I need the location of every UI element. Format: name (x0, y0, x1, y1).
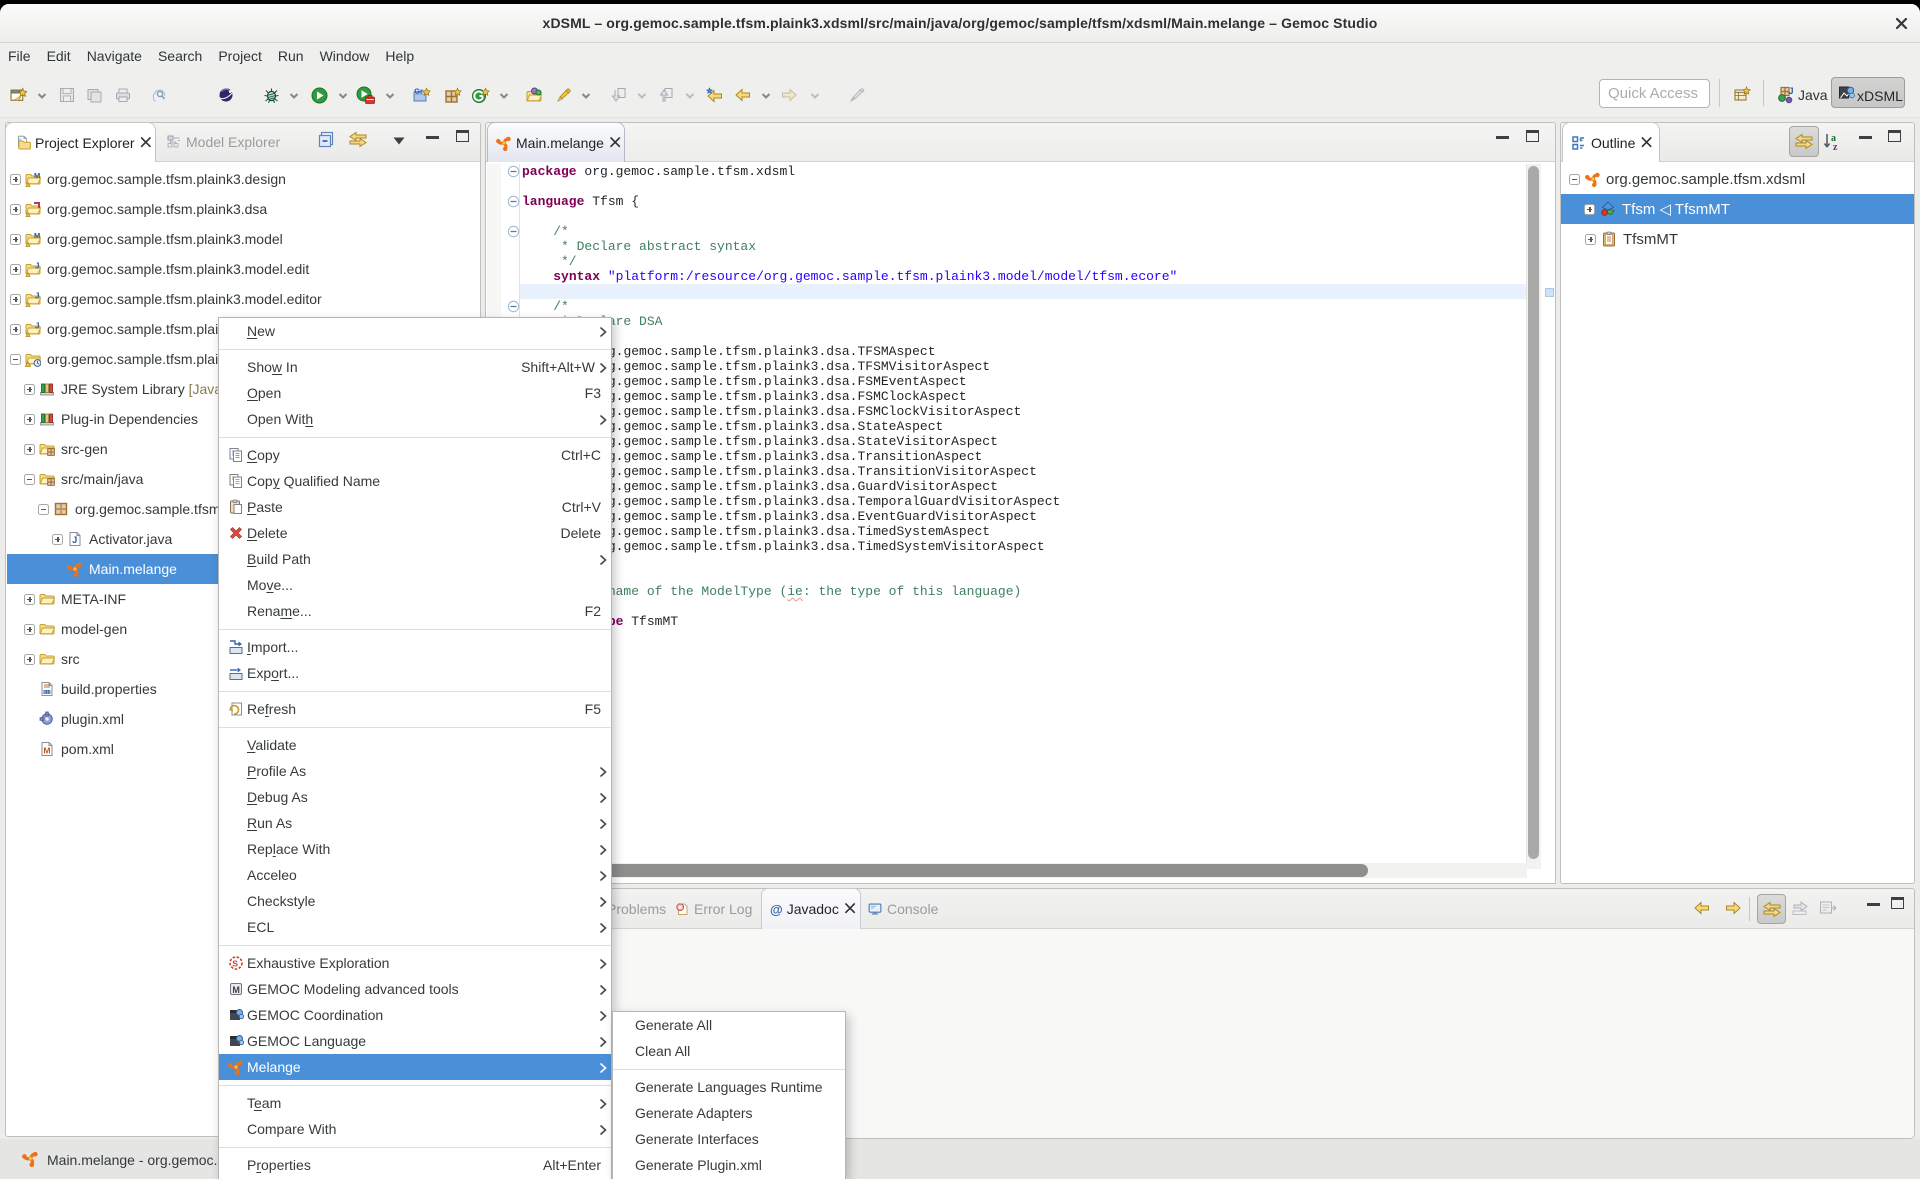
svg-text:J: J (35, 322, 39, 331)
svg-text:Gr: Gr (414, 87, 423, 95)
svg-text:J: J (35, 262, 39, 271)
svg-text:z: z (1833, 142, 1838, 153)
svg-text:J: J (35, 292, 39, 301)
svg-text:M: M (34, 171, 40, 180)
svg-text:M: M (34, 231, 40, 240)
svg-text:J: J (1789, 86, 1794, 96)
